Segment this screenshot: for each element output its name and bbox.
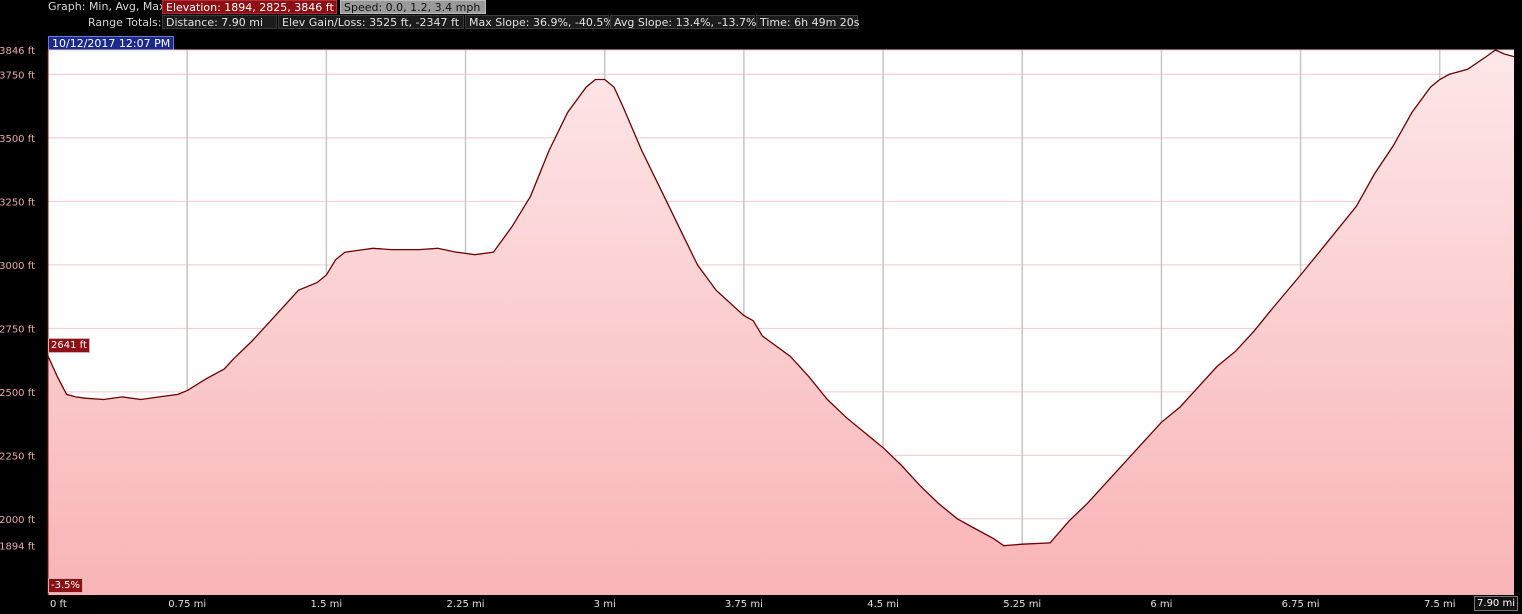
x-tick-label: 6.75 mi: [1282, 599, 1320, 610]
x-axis-labels: 0 ft 0.75 mi 1.5 mi 2.25 mi 3 mi 3.75 mi 4.5 m…: [50, 599, 1456, 610]
y-axis-labels: 1894 ft 2000 ft 2250 ft 2500 ft 2750 ft 3000 …: [0, 46, 35, 553]
y-tick-label: 1894 ft: [0, 542, 35, 553]
y-tick-label: 3000 ft: [0, 261, 35, 272]
y-tick-label: 2250 ft: [0, 451, 35, 462]
x-tick-label: 2.25 mi: [447, 599, 485, 610]
x-tick-label: 5.25 mi: [1003, 599, 1041, 610]
slope-badge: -3.5%: [48, 578, 84, 593]
x-tick-label: 3.75 mi: [725, 599, 763, 610]
x-tick-label: 3 mi: [594, 599, 616, 610]
y-tick-label: 2750 ft: [0, 324, 35, 335]
x-tick-label: 6 mi: [1150, 599, 1172, 610]
x-tick-label: 4.5 mi: [867, 599, 899, 610]
start-elevation-badge: 2641 ft: [48, 338, 90, 353]
x-tick-label: 0 ft: [50, 599, 67, 610]
y-tick-label: 3846 ft: [0, 46, 35, 57]
elevation-chart[interactable]: 1894 ft 2000 ft 2250 ft 2500 ft 2750 ft 3000 …: [0, 0, 1522, 614]
y-tick-label: 3750 ft: [0, 70, 35, 81]
y-tick-label: 2000 ft: [0, 515, 35, 526]
end-distance-badge: 7.90 mi: [1474, 596, 1518, 611]
y-tick-label: 2500 ft: [0, 388, 35, 399]
x-tick-label: 0.75 mi: [168, 599, 206, 610]
y-tick-label: 3250 ft: [0, 197, 35, 208]
x-tick-label: 1.5 mi: [311, 599, 343, 610]
x-tick-label: 7.5 mi: [1424, 599, 1456, 610]
y-tick-label: 3500 ft: [0, 134, 35, 145]
